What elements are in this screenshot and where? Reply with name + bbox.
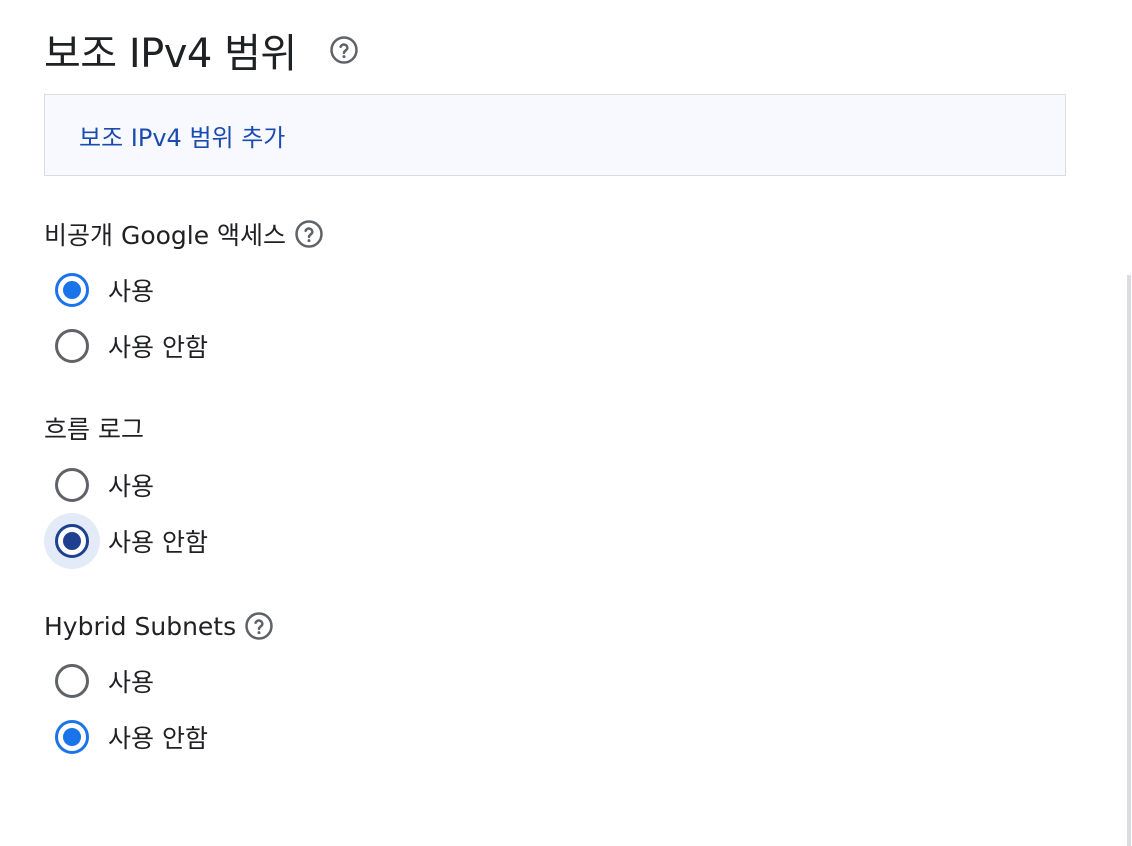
- radio-label: 사용 안함: [108, 528, 208, 557]
- radio-label: 사용 안함: [108, 333, 208, 362]
- flow-logs-off-option[interactable]: 사용 안함: [44, 513, 208, 569]
- radio-button[interactable]: [44, 653, 100, 709]
- radio-unchecked-icon[interactable]: [55, 468, 89, 502]
- page-title: 보조 IPv4 범위: [44, 31, 297, 77]
- radio-checked-icon[interactable]: [55, 273, 89, 307]
- radio-label: 사용: [108, 668, 155, 697]
- help-circle-icon[interactable]: [244, 611, 274, 641]
- section-label-row: 비공개 Google 액세스: [44, 216, 324, 252]
- section-label-row: Hybrid Subnets: [44, 608, 274, 644]
- hybrid-subnets-off-option[interactable]: 사용 안함: [44, 709, 274, 765]
- title-row: 보조 IPv4 범위: [44, 22, 359, 78]
- radio-checked-icon[interactable]: [55, 720, 89, 754]
- radio-checked-icon[interactable]: [55, 524, 89, 558]
- flow-logs-label: 흐름 로그: [44, 415, 144, 444]
- subnet-settings-page: 보조 IPv4 범위 보조 IPv4 범위 추가 비공개 Google 액세스: [0, 0, 1132, 846]
- flow-logs-section: 흐름 로그 사용 사용 안함: [44, 410, 208, 569]
- radio-unchecked-icon[interactable]: [55, 664, 89, 698]
- help-circle-icon[interactable]: [294, 219, 324, 249]
- radio-button[interactable]: [44, 709, 100, 765]
- private-google-access-section: 비공개 Google 액세스 사용 사용 안함: [44, 216, 324, 374]
- flow-logs-on-option[interactable]: 사용: [44, 457, 208, 513]
- radio-button[interactable]: [44, 457, 100, 513]
- hybrid-subnets-on-option[interactable]: 사용: [44, 653, 274, 709]
- radio-label: 사용: [108, 277, 155, 306]
- private-google-access-off-option[interactable]: 사용 안함: [44, 318, 324, 374]
- radio-button[interactable]: [44, 318, 100, 374]
- add-secondary-range-panel: 보조 IPv4 범위 추가: [44, 94, 1066, 176]
- private-google-access-on-option[interactable]: 사용: [44, 262, 324, 318]
- help-circle-icon[interactable]: [329, 35, 359, 65]
- hybrid-subnets-section: Hybrid Subnets 사용 사용 안함: [44, 608, 274, 765]
- private-google-access-label: 비공개 Google 액세스: [44, 221, 287, 250]
- radio-label: 사용 안함: [108, 724, 208, 753]
- hybrid-subnets-label: Hybrid Subnets: [44, 611, 237, 641]
- section-label-row: 흐름 로그: [44, 410, 208, 446]
- radio-unchecked-icon[interactable]: [55, 329, 89, 363]
- scrollbar[interactable]: [1127, 275, 1131, 846]
- radio-label: 사용: [108, 472, 155, 501]
- radio-button[interactable]: [44, 513, 100, 569]
- add-secondary-range-button[interactable]: 보조 IPv4 범위 추가: [79, 118, 285, 153]
- radio-button[interactable]: [44, 262, 100, 318]
